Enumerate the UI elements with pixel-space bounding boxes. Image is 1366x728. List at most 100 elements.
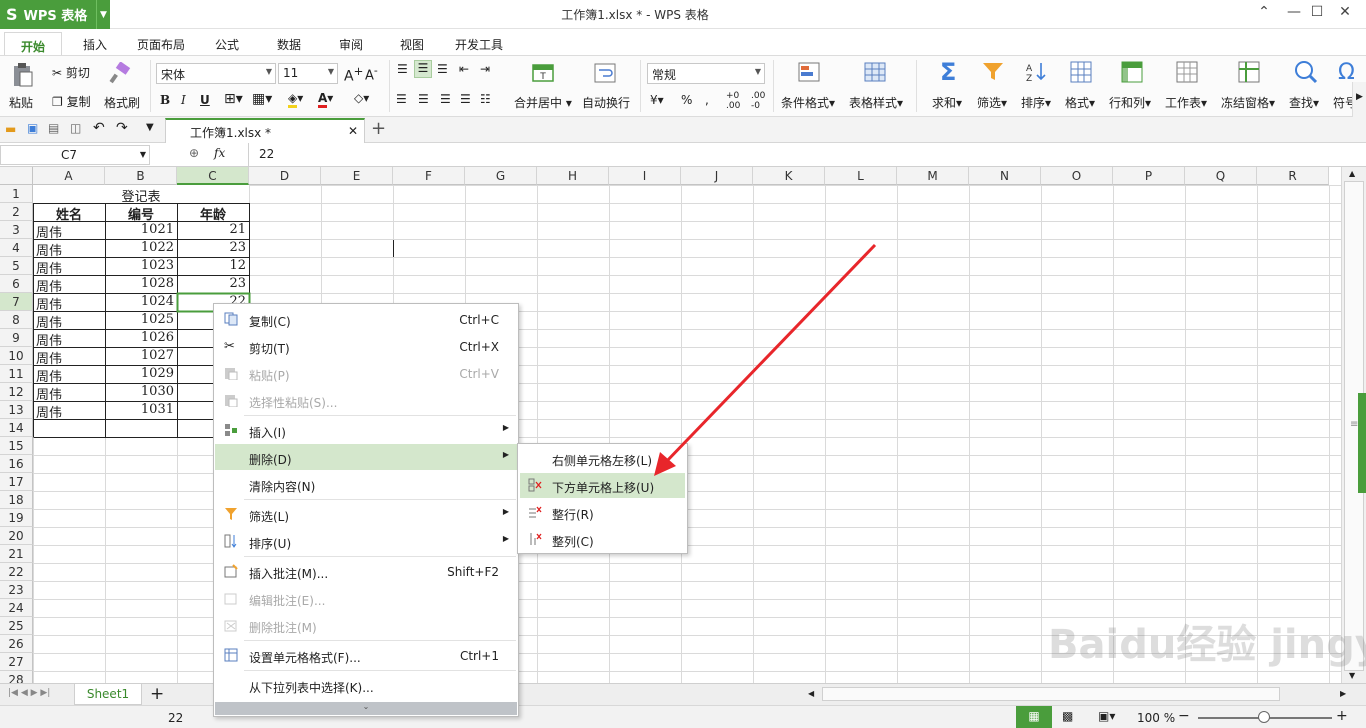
conditional-format-button[interactable]: 条件格式▾ <box>781 94 835 111</box>
formula-input[interactable]: 22 <box>248 143 1366 166</box>
align-top-icon[interactable]: ☰ <box>397 62 408 76</box>
normal-view-icon[interactable]: ▦ <box>1016 706 1052 728</box>
cell-name[interactable]: 周伟 <box>33 401 105 419</box>
format-icon[interactable] <box>1070 61 1092 86</box>
wrap-text-icon[interactable] <box>594 62 616 87</box>
menu-item-clear-contents[interactable]: 清除内容(N) <box>215 471 517 497</box>
decrease-decimal-icon[interactable]: .00 -0 <box>751 91 765 111</box>
menu-item-format-cells[interactable]: 设置单元格格式(F)... Ctrl+1 <box>215 642 517 668</box>
cell-name[interactable]: 周伟 <box>33 221 105 239</box>
row-header-12[interactable]: 12 <box>0 383 33 401</box>
align-bottom-icon[interactable]: ☰ <box>437 62 448 76</box>
sheet-tab-sheet1[interactable]: Sheet1 <box>74 684 142 705</box>
zoom-in-icon[interactable]: + <box>1336 708 1348 724</box>
cell-id[interactable]: 1024 <box>105 293 177 311</box>
column-header-P[interactable]: P <box>1113 167 1185 185</box>
bold-icon[interactable]: B <box>160 93 170 107</box>
column-header-C[interactable]: C <box>177 167 249 185</box>
column-header-I[interactable]: I <box>609 167 681 185</box>
freeze-icon[interactable] <box>1238 61 1260 86</box>
column-header-J[interactable]: J <box>681 167 753 185</box>
align-left-icon[interactable]: ☰ <box>396 92 407 106</box>
format-button[interactable]: 格式▾ <box>1065 94 1095 111</box>
tab-view[interactable]: 视图 <box>400 36 424 53</box>
cell-name[interactable]: 周伟 <box>33 329 105 347</box>
indent-decrease-icon[interactable]: ⇤ <box>459 62 469 76</box>
menu-item-insert[interactable]: 插入(I) ▶ <box>215 417 517 443</box>
row-header-6[interactable]: 6 <box>0 275 33 293</box>
row-header-27[interactable]: 27 <box>0 653 33 671</box>
cell-name[interactable]: 周伟 <box>33 383 105 401</box>
cell-name[interactable]: 周伟 <box>33 311 105 329</box>
tab-page-layout[interactable]: 页面布局 <box>137 36 185 53</box>
cell-id[interactable]: 1025 <box>105 311 177 329</box>
sum-icon[interactable]: Σ <box>940 58 956 86</box>
menu-item-insert-comment[interactable]: 插入批注(M)... Shift+F2 <box>215 558 517 584</box>
worksheet-icon[interactable] <box>1176 61 1198 86</box>
zoom-level[interactable]: 100 % <box>1137 711 1175 725</box>
row-header-15[interactable]: 15 <box>0 437 33 455</box>
freeze-panes-button[interactable]: 冻结窗格▾ <box>1221 94 1275 111</box>
column-header-N[interactable]: N <box>969 167 1041 185</box>
find-button[interactable]: 查找▾ <box>1289 94 1319 111</box>
increase-font-icon[interactable]: A+ <box>344 64 363 85</box>
row-header-14[interactable]: 14 <box>0 419 33 437</box>
copy-button[interactable]: ❐ 复制 <box>52 93 91 110</box>
submenu-entire-row[interactable]: 整行(R) <box>520 500 685 525</box>
column-header-M[interactable]: M <box>897 167 969 185</box>
zoom-slider-handle[interactable] <box>1258 711 1270 723</box>
column-header-K[interactable]: K <box>753 167 825 185</box>
underline-icon[interactable]: U <box>200 93 210 107</box>
row-header-16[interactable]: 16 <box>0 455 33 473</box>
cell-id[interactable]: 1022 <box>105 239 177 257</box>
fill-color-icon[interactable]: ◈▾ <box>288 91 303 108</box>
cell-name[interactable]: 周伟 <box>33 365 105 383</box>
tab-developer[interactable]: 开发工具 <box>455 36 503 53</box>
tab-insert[interactable]: 插入 <box>83 36 107 53</box>
save-icon[interactable]: ▣ <box>27 121 38 135</box>
close-button[interactable]: ✕ <box>1333 4 1357 24</box>
maximize-button[interactable]: ☐ <box>1305 4 1329 24</box>
cell-age[interactable]: 23 <box>177 239 249 257</box>
minimize-button[interactable]: — <box>1282 4 1306 24</box>
column-header-F[interactable]: F <box>393 167 465 185</box>
menu-item-cut[interactable]: ✂ 剪切(T) Ctrl+X <box>215 333 517 359</box>
row-header-7[interactable]: 7 <box>0 293 33 311</box>
ribbon-collapse-icon[interactable]: ⌃ <box>1252 4 1276 24</box>
column-header-G[interactable]: G <box>465 167 537 185</box>
new-tab-icon[interactable]: + <box>371 118 386 139</box>
add-sheet-icon[interactable]: + <box>150 684 164 704</box>
tab-data[interactable]: 数据 <box>277 36 301 53</box>
print-icon[interactable]: ▤ <box>48 121 59 135</box>
filter-icon[interactable] <box>981 60 1005 87</box>
row-header-4[interactable]: 4 <box>0 239 33 257</box>
submenu-shift-left[interactable]: 右侧单元格左移(L) <box>520 446 685 471</box>
column-header-E[interactable]: E <box>321 167 393 185</box>
merge-center-button[interactable]: 合并居中 ▾ <box>514 94 572 111</box>
side-panel-toggle[interactable] <box>1358 393 1366 493</box>
thousands-icon[interactable]: , <box>705 93 709 107</box>
row-header-17[interactable]: 17 <box>0 473 33 491</box>
open-icon[interactable]: ▬ <box>5 122 16 136</box>
percent-icon[interactable]: % <box>681 93 692 107</box>
cell-header[interactable]: 姓名 <box>33 203 105 221</box>
sum-button[interactable]: 求和▾ <box>932 94 962 111</box>
format-painter-icon[interactable] <box>109 61 131 87</box>
font-color-icon[interactable]: A▾ <box>318 91 333 108</box>
increase-decimal-icon[interactable]: +0.00 <box>726 91 740 111</box>
font-name-select[interactable]: 宋体 ▼ <box>156 63 276 84</box>
filter-button[interactable]: 筛选▾ <box>977 94 1007 111</box>
cell-age[interactable]: 12 <box>177 257 249 275</box>
align-right-icon[interactable]: ☰ <box>440 92 451 106</box>
row-header-2[interactable]: 2 <box>0 203 33 221</box>
cell-border-icon[interactable]: ▦▾ <box>252 91 272 107</box>
cell-title[interactable]: 登记表 <box>33 185 249 203</box>
cell-id[interactable]: 1027 <box>105 347 177 365</box>
cell-name[interactable]: 周伟 <box>33 275 105 293</box>
name-box[interactable]: C7 ▼ <box>0 145 150 165</box>
cell-id[interactable]: 1021 <box>105 221 177 239</box>
column-header-O[interactable]: O <box>1041 167 1113 185</box>
row-col-button[interactable]: 行和列▾ <box>1109 94 1151 111</box>
cell-id[interactable]: 1030 <box>105 383 177 401</box>
justify-icon[interactable]: ☰ <box>460 92 471 106</box>
